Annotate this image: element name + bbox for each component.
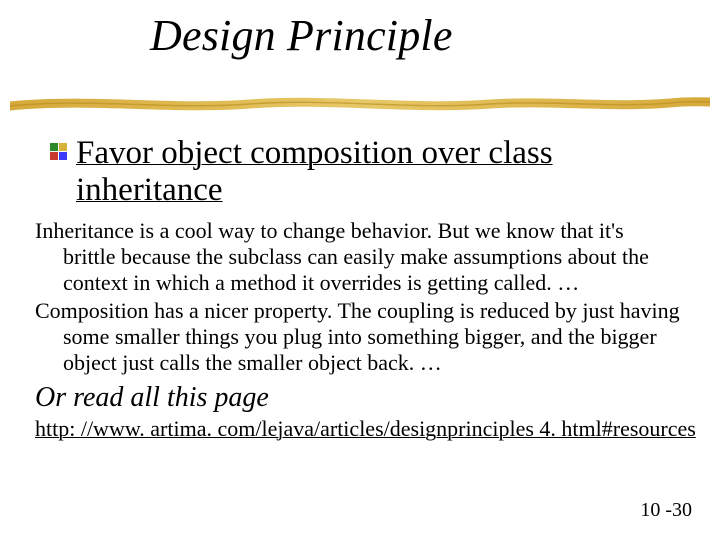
page-number: 10 -30 [640,499,692,522]
read-more-text: Or read all this page [35,382,269,414]
body-paragraph-1: Inheritance is a cool way to change beha… [35,218,680,296]
reference-url: http: //www. artima. com/lejava/articles… [35,416,696,442]
bullet-icon [50,143,68,161]
bullet-item: Favor object composition over class inhe… [50,135,680,209]
body-paragraph-2: Composition has a nicer property. The co… [35,298,680,376]
title-underline [10,88,710,118]
slide: Design Principle Favor object compositio… [0,0,720,540]
bullet-text: Favor object composition over class inhe… [76,135,680,209]
slide-title: Design Principle [150,10,453,61]
